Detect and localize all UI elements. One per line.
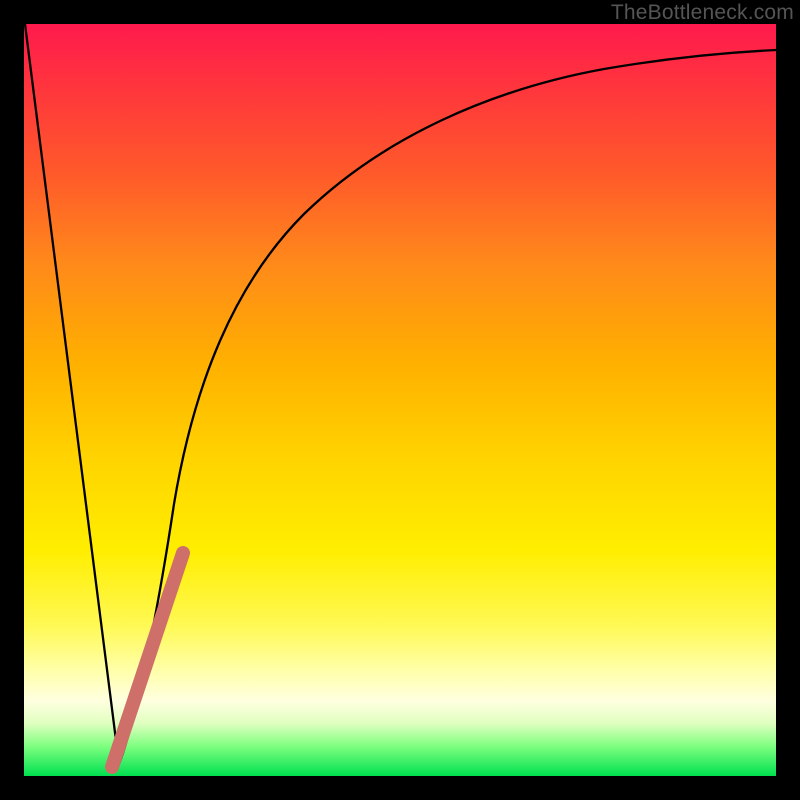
chart-background-gradient	[24, 24, 776, 776]
watermark-text: TheBottleneck.com	[611, 1, 794, 25]
chart-container: TheBottleneck.com	[0, 0, 800, 800]
